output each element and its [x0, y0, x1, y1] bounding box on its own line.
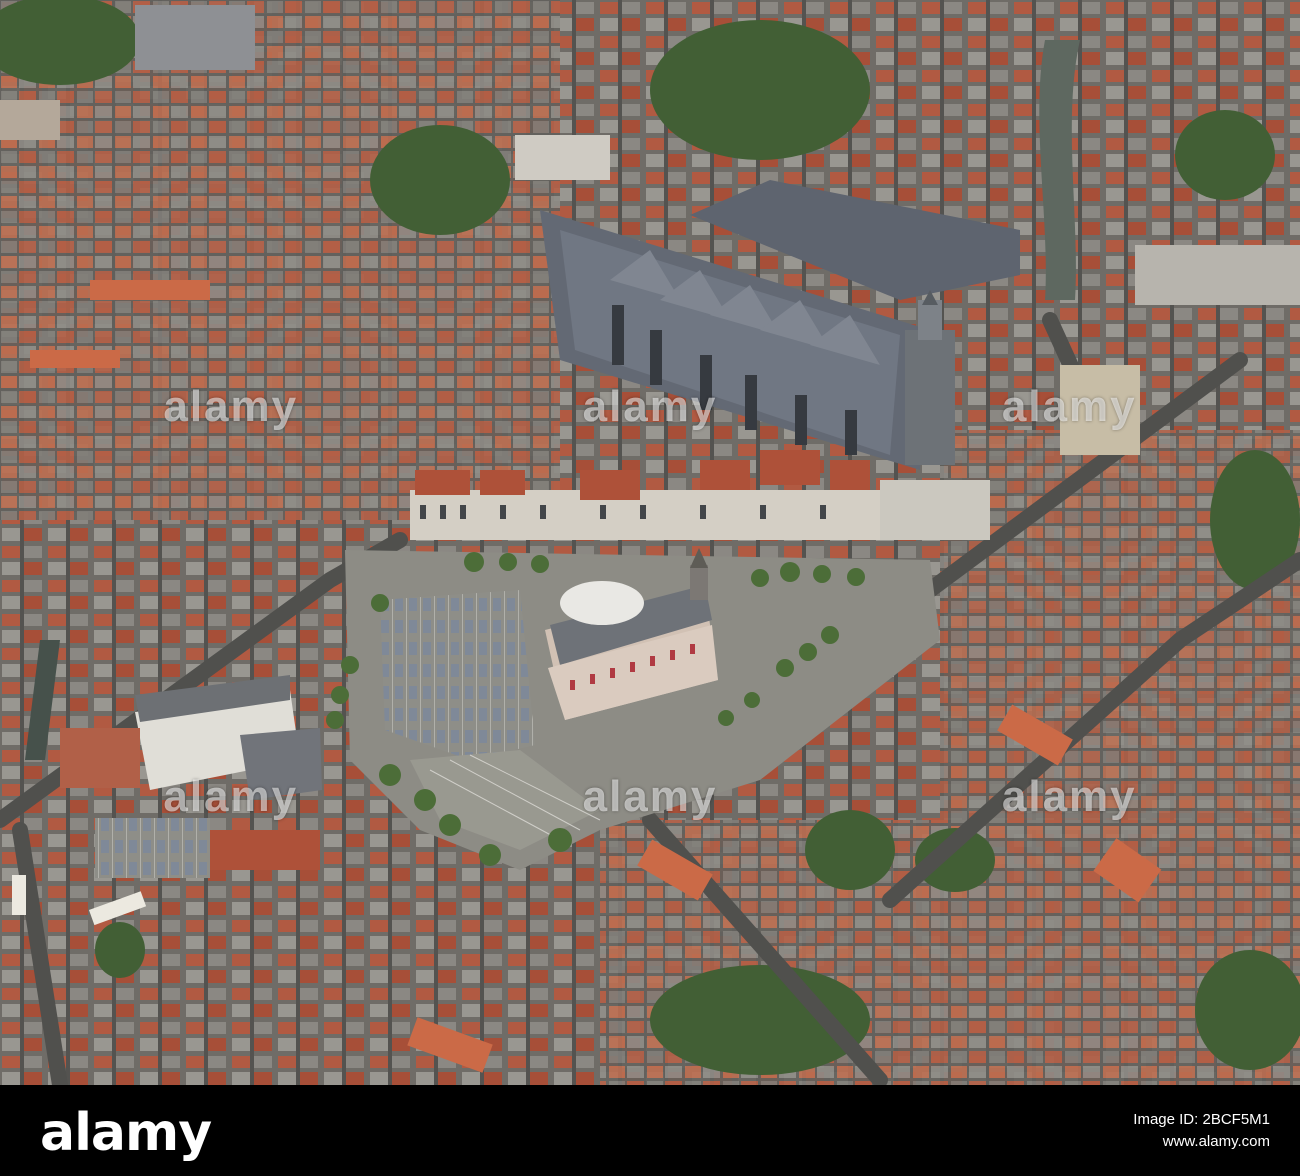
image-id: Image ID: 2BCF5M1 [1133, 1111, 1270, 1128]
aerial-city-scene [0, 0, 1300, 1085]
alamy-logo[interactable]: alamy [40, 1103, 212, 1163]
site-url[interactable]: www.alamy.com [1108, 1131, 1270, 1153]
aerial-photo: alamy alamy alamy alamy alamy alamy [0, 0, 1300, 1085]
footer-bar: alamy Image ID: 2BCF5M1 www.alamy.com [0, 1085, 1300, 1176]
image-reference: Image ID: 2BCF5M1 www.alamy.com [1108, 1109, 1270, 1153]
